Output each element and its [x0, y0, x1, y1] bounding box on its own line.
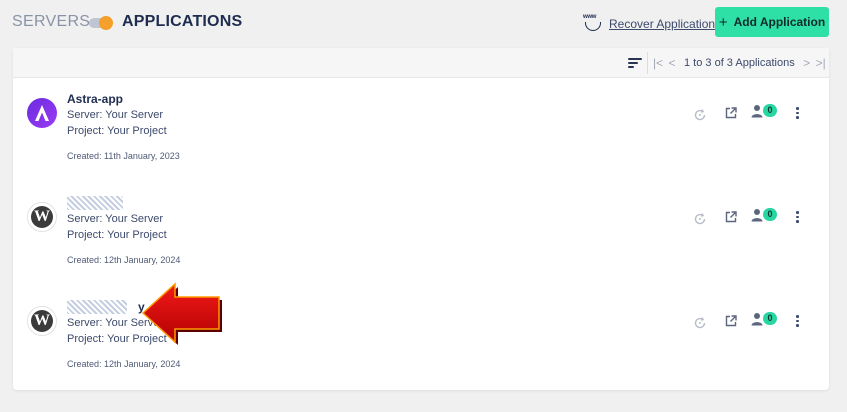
list-item[interactable]: W y Server: Your Server Project: Your Pr… [13, 288, 829, 392]
wordpress-logo-icon: W [27, 306, 57, 336]
refresh-icon[interactable] [693, 212, 707, 226]
refresh-icon[interactable] [693, 316, 707, 330]
www-icon-text: www [583, 14, 597, 20]
app-name[interactable]: Astra-app [67, 92, 123, 106]
refresh-icon[interactable] [693, 108, 707, 122]
recover-application-link[interactable]: www Recover Application [583, 14, 715, 34]
app-created-date: Created: 12th January, 2024 [67, 359, 181, 369]
list-toolbar: |< < 1 to 3 of 3 Applications > >| [13, 48, 829, 78]
tab-applications[interactable]: APPLICATIONS [122, 13, 242, 31]
first-page-icon[interactable]: |< [651, 56, 665, 70]
plus-icon: + [718, 13, 728, 31]
toolbar-divider [647, 52, 648, 74]
user-icon [751, 105, 763, 118]
list-item[interactable]: Astra-app Server: Your Server Project: Y… [13, 80, 829, 184]
app-name-redacted[interactable] [67, 196, 123, 210]
app-project: Project: Your Project [67, 229, 167, 241]
add-application-button[interactable]: + Add Application [715, 7, 829, 37]
prev-page-icon[interactable]: < [665, 56, 679, 70]
user-icon [751, 209, 763, 222]
users-count-badge: 0 [763, 312, 777, 325]
open-external-icon[interactable] [724, 314, 738, 328]
astra-logo-icon [27, 98, 57, 128]
open-external-icon[interactable] [724, 210, 738, 224]
app-project: Project: Your Project [67, 125, 167, 137]
sort-icon[interactable] [628, 57, 642, 69]
wordpress-logo-icon: W [27, 202, 57, 232]
app-name-redacted[interactable] [67, 300, 127, 314]
last-page-icon[interactable]: >| [814, 56, 828, 70]
more-options-icon[interactable] [794, 106, 800, 120]
www-icon: www [583, 14, 603, 34]
add-application-label: Add Application [733, 15, 826, 29]
app-created-date: Created: 12th January, 2024 [67, 255, 181, 265]
applications-list-card: |< < 1 to 3 of 3 Applications > >| Astra… [13, 48, 829, 390]
next-page-icon[interactable]: > [800, 56, 814, 70]
app-created-date: Created: 11th January, 2023 [67, 151, 180, 161]
users-count-badge: 0 [763, 208, 777, 221]
recover-application-label: Recover Application [609, 17, 716, 31]
red-arrow-icon [141, 282, 222, 345]
user-icon [751, 313, 763, 326]
pagination-info: 1 to 3 of 3 Applications [684, 57, 795, 69]
open-external-icon[interactable] [724, 106, 738, 120]
list-item[interactable]: W Server: Your Server Project: Your Proj… [13, 184, 829, 288]
tab-servers[interactable]: SERVERS [12, 13, 90, 31]
more-options-icon[interactable] [794, 210, 800, 224]
top-header: SERVERS APPLICATIONS www Recover Applica… [0, 0, 847, 46]
app-server: Server: Your Server [67, 213, 163, 225]
servers-applications-toggle[interactable] [89, 16, 113, 30]
more-options-icon[interactable] [794, 314, 800, 328]
users-count-badge: 0 [763, 104, 777, 117]
pagination: |< < 1 to 3 of 3 Applications > >| [651, 48, 828, 78]
app-server: Server: Your Server [67, 109, 163, 121]
toggle-knob [99, 16, 113, 30]
